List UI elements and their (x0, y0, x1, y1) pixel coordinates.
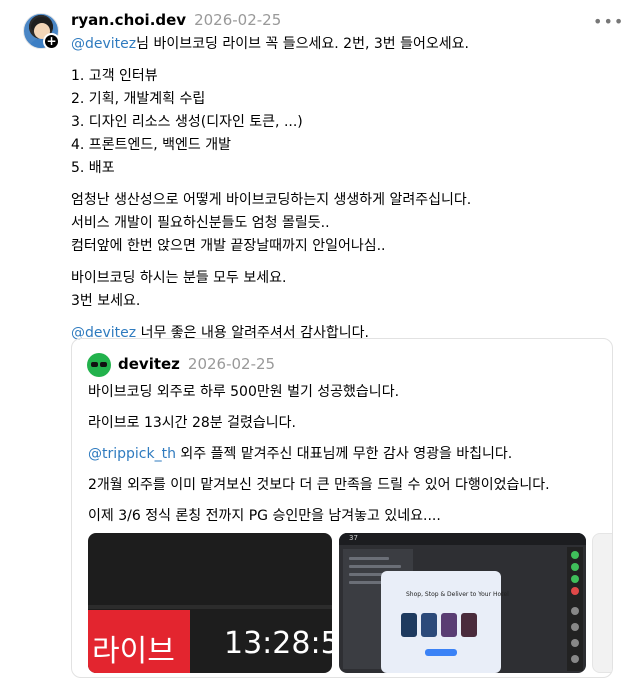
post-line: 엄청난 생산성으로 어떻게 바이브코딩하는지 생생하게 알려주십니다. (71, 189, 621, 212)
line-text: 2. 기획, 개발계획 수립 (71, 91, 206, 107)
line-text: 4. 프론트엔드, 백엔드 개발 (71, 137, 231, 153)
post-line: 5. 배포 (71, 157, 621, 180)
thread-post: + ryan.choi.dev 2026-02-25 ••• @devitez님… (0, 0, 638, 678)
quoted-paragraph: 바이브코딩 외주로 하루 500만원 벌기 성공했습니다. (88, 381, 603, 403)
line-text: 컴터앞에 한번 앉으면 개발 끝장날때까지 안일어나심.. (71, 238, 386, 254)
line-text: 서비스 개발이 필요하신분들도 엄청 몰릴듯.. (71, 215, 330, 231)
post-date[interactable]: 2026-02-25 (194, 11, 281, 29)
post-line: @devitez님 바이브코딩 라이브 꼭 들으세요. 2번, 3번 들어오세요… (71, 33, 621, 56)
post-line: 3번 보세요. (71, 290, 621, 313)
post-line: 2. 기획, 개발계획 수립 (71, 88, 621, 111)
screenshot-app-card: Shop, Stop & Deliver to Your Hotel (381, 571, 509, 673)
post-body: @devitez님 바이브코딩 라이브 꼭 들으세요. 2번, 3번 들어오세요… (71, 33, 621, 345)
line-text: 외주 플젝 맡겨주신 대표님께 무한 감사 영광을 바칩니다. (175, 446, 513, 462)
post-line: 4. 프론트엔드, 백엔드 개발 (71, 134, 621, 157)
more-options-icon[interactable]: ••• (593, 12, 624, 31)
post-line: 컴터앞에 한번 앉으면 개발 끝장날때까지 안일어나심.. (71, 235, 621, 258)
quoted-post-body: 바이브코딩 외주로 하루 500만원 벌기 성공했습니다. 라이브로 13시간 2… (88, 381, 603, 536)
post-line: 3. 디자인 리소스 생성(디자인 토큰, ...) (71, 111, 621, 134)
post-line: 바이브코딩 하시는 분들 모두 보세요. (71, 267, 621, 290)
media-screenshot-thumbnail[interactable]: 37 Shop, Stop & Deliver to Your Hotel (339, 533, 586, 673)
quoted-paragraph: 2개월 외주를 이미 맡겨보신 것보다 더 큰 만족을 드릴 수 있어 다행이었… (88, 474, 603, 496)
post-line: 1. 고객 인터뷰 (71, 65, 621, 88)
media-third-thumbnail[interactable] (592, 533, 612, 673)
author-username[interactable]: ryan.choi.dev (71, 11, 186, 29)
mention-link[interactable]: @devitez (71, 36, 136, 52)
quoted-author-username[interactable]: devitez (118, 355, 180, 373)
screenshot-card-title: Shop, Stop & Deliver to Your Hotel (406, 591, 509, 598)
quoted-author-avatar[interactable] (87, 353, 111, 377)
quoted-post-date[interactable]: 2026-02-25 (188, 355, 275, 373)
line-text: 이제 3/6 정식 론칭 전까지 PG 승인만을 남겨놓고 있네요.... (88, 508, 441, 524)
post-line: 서비스 개발이 필요하신분들도 엄청 몰릴듯.. (71, 212, 621, 235)
live-label-box: 라이브 (88, 610, 190, 673)
author-avatar[interactable]: + (23, 13, 60, 50)
line-text: 님 바이브코딩 라이브 꼭 들으세요. 2번, 3번 들어오세요. (136, 36, 469, 52)
line-text: 라이브로 13시간 28분 걸렸습니다. (88, 415, 296, 431)
quoted-paragraph: 이제 3/6 정식 론칭 전까지 PG 승인만을 남겨놓고 있네요.... (88, 505, 603, 527)
line-text: 엄청난 생산성으로 어떻게 바이브코딩하는지 생생하게 알려주십니다. (71, 192, 472, 208)
line-text: 1. 고객 인터뷰 (71, 68, 158, 84)
follow-plus-icon[interactable]: + (43, 33, 60, 50)
line-text: 3. 디자인 리소스 생성(디자인 토큰, ...) (71, 114, 303, 130)
line-text: 3번 보세요. (71, 293, 141, 309)
media-video-thumbnail[interactable]: 라이브 13:28:5 (88, 533, 332, 673)
quoted-paragraph: 라이브로 13시간 28분 걸렸습니다. (88, 412, 603, 434)
mention-link[interactable]: @trippick_th (88, 446, 176, 462)
live-label: 라이브 (92, 634, 175, 669)
quoted-post[interactable]: devitez 2026-02-25 바이브코딩 외주로 하루 500만원 벌기… (71, 338, 613, 678)
line-text: 바이브코딩 하시는 분들 모두 보세요. (71, 270, 287, 286)
line-text: 5. 배포 (71, 160, 115, 176)
line-text: 바이브코딩 외주로 하루 500만원 벌기 성공했습니다. (88, 384, 400, 400)
quoted-post-header: devitez 2026-02-25 (118, 355, 275, 373)
screenshot-topbar-label: 37 (349, 534, 358, 542)
screenshot-right-panel (567, 547, 583, 671)
post-header: ryan.choi.dev 2026-02-25 (71, 11, 281, 31)
quoted-paragraph: @trippick_th 외주 플젝 맡겨주신 대표님께 무한 감사 영광을 바… (88, 443, 603, 465)
live-timer: 13:28:5 (224, 626, 332, 661)
line-text: 2개월 외주를 이미 맡겨보신 것보다 더 큰 만족을 드릴 수 있어 다행이었… (88, 477, 550, 493)
